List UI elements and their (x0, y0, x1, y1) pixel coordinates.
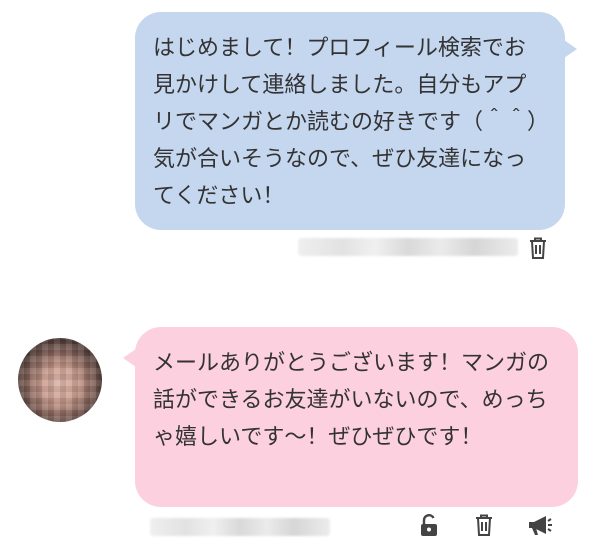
received-message-text: メールありがとうございます！マンガの話ができるお友達がいないので、めっちゃ嬉しい… (153, 351, 550, 450)
sender-avatar[interactable] (18, 338, 102, 422)
trash-icon[interactable] (527, 236, 549, 260)
received-message-timestamp-blurred (150, 518, 330, 536)
received-message-bubble: メールありがとうございます！マンガの話ができるお友達がいないので、めっちゃ嬉しい… (123, 327, 578, 507)
megaphone-icon[interactable] (527, 513, 553, 537)
unlock-icon[interactable] (418, 513, 440, 537)
sent-message-bubble: はじめまして！プロフィール検索でお見かけして連絡しました。自分もアプリでマンガと… (135, 12, 577, 230)
sent-message-timestamp-blurred (298, 238, 518, 256)
sent-message-text: はじめまして！プロフィール検索でお見かけして連絡しました。自分もアプリでマンガと… (153, 36, 539, 209)
trash-icon[interactable] (473, 513, 495, 537)
